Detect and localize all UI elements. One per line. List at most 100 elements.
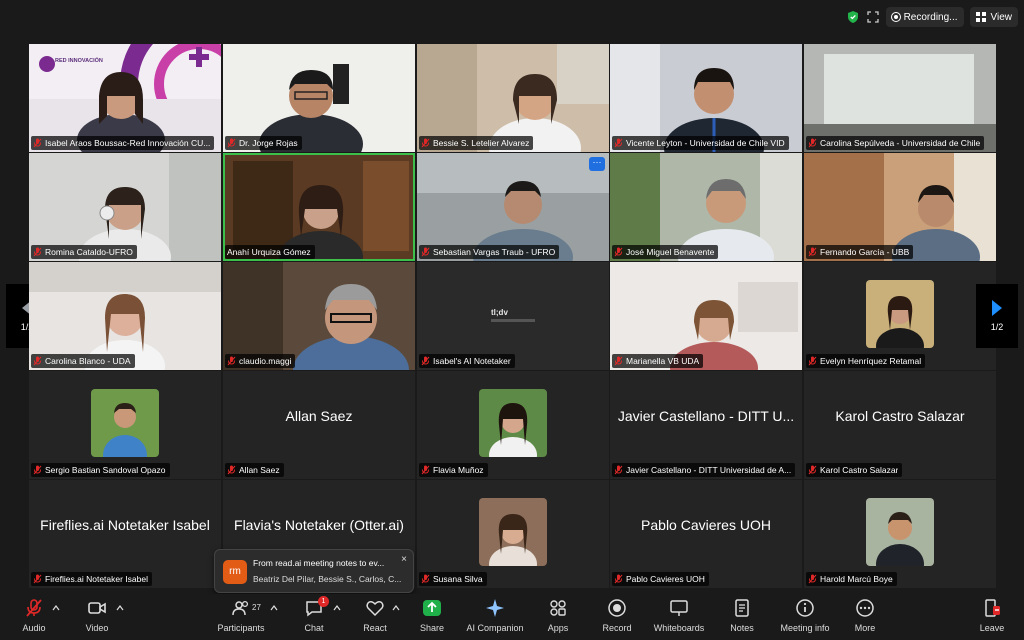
leave-door-icon bbox=[985, 599, 1000, 617]
participant-tile[interactable]: RED INNOVACIÓN Isabel Araos Boussac-Red … bbox=[29, 44, 221, 152]
leave-label: Leave bbox=[979, 623, 1005, 633]
recording-indicator[interactable]: Recording... bbox=[885, 7, 964, 27]
participant-tile[interactable]: Harold Marcú Boye bbox=[804, 480, 996, 588]
participant-name-label: Carolina Blanco - UDA bbox=[31, 354, 135, 368]
chevron-up-icon[interactable] bbox=[270, 604, 278, 612]
participant-name-label: Karol Castro Salazar bbox=[806, 463, 903, 477]
react-label: React bbox=[363, 623, 387, 633]
muted-mic-icon bbox=[808, 356, 817, 366]
participant-tile-active-speaker[interactable]: Anahí Urquiza Gómez bbox=[223, 153, 415, 261]
notes-label: Notes bbox=[730, 623, 754, 633]
leave-button[interactable]: Leave bbox=[964, 598, 1020, 633]
apps-button[interactable]: Apps bbox=[530, 598, 586, 633]
participant-tile[interactable]: Fernando García - UBB bbox=[804, 153, 996, 261]
record-dot-icon bbox=[891, 13, 900, 21]
participant-name-label: Sebastian Vargas Traub - UFRO bbox=[419, 245, 560, 259]
muted-mic-icon bbox=[808, 574, 817, 584]
participant-tile[interactable]: Javier Castellano - DITT U... Javier Cas… bbox=[610, 371, 802, 479]
app-notification-toast[interactable]: rm From read.ai meeting notes to ev... B… bbox=[214, 549, 414, 593]
meeting-info-label: Meeting info bbox=[780, 623, 830, 633]
participant-name-label: Evelyn Henríquez Retamal bbox=[806, 354, 926, 368]
read-ai-icon: rm bbox=[223, 560, 247, 584]
muted-mic-icon bbox=[33, 465, 42, 475]
avatar bbox=[866, 498, 934, 566]
info-icon bbox=[796, 599, 814, 617]
muted-mic-icon bbox=[33, 247, 42, 257]
chevron-up-icon[interactable] bbox=[333, 604, 341, 612]
participant-tile[interactable]: Allan Saez Allan Saez bbox=[223, 371, 415, 479]
muted-mic-icon bbox=[421, 356, 430, 366]
muted-mic-icon bbox=[33, 574, 42, 584]
record-button[interactable]: Record bbox=[589, 598, 645, 633]
participant-display-name: Flavia's Notetaker (Otter.ai) bbox=[234, 517, 404, 534]
muted-mic-icon bbox=[614, 465, 623, 475]
muted-mic-icon bbox=[227, 465, 236, 475]
whiteboards-label: Whiteboards bbox=[653, 623, 705, 633]
notetaker-logo: tl;dv bbox=[491, 308, 508, 317]
top-bar-controls: Recording... View bbox=[846, 7, 1018, 27]
more-button[interactable]: More bbox=[837, 598, 893, 633]
muted-mic-icon bbox=[808, 247, 817, 257]
participant-tile[interactable]: Bessie S. Letelier Alvarez bbox=[417, 44, 609, 152]
participant-tile[interactable]: Fireflies.ai Notetaker Isabel Fireflies.… bbox=[29, 480, 221, 588]
participant-tile[interactable]: Susana Silva bbox=[417, 480, 609, 588]
participant-display-name: Fireflies.ai Notetaker Isabel bbox=[40, 517, 210, 534]
participant-tile[interactable]: Evelyn Henríquez Retamal bbox=[804, 262, 996, 370]
participant-name-label: claudio.maggi bbox=[225, 354, 296, 368]
participant-name-label: Vicente Leyton - Universidad de Chile VI… bbox=[612, 136, 789, 150]
close-icon[interactable]: × bbox=[401, 554, 407, 565]
meeting-info-button[interactable]: Meeting info bbox=[777, 598, 833, 633]
participant-name-label: Harold Marcú Boye bbox=[806, 572, 897, 586]
participant-tile[interactable]: Dr. Jorge Rojas bbox=[223, 44, 415, 152]
view-button[interactable]: View bbox=[969, 7, 1018, 27]
chevron-up-icon[interactable] bbox=[116, 604, 124, 612]
heart-icon bbox=[366, 601, 384, 617]
participant-name-label: Romina Cataldo-UFRO bbox=[31, 245, 137, 259]
next-page-button[interactable]: 1/2 bbox=[976, 284, 1018, 348]
share-button[interactable]: Share bbox=[404, 598, 460, 633]
muted-mic-icon bbox=[33, 138, 42, 148]
chevron-up-icon[interactable] bbox=[52, 604, 60, 612]
participant-tile[interactable]: Carolina Blanco - UDA bbox=[29, 262, 221, 370]
participant-tile[interactable]: Karol Castro Salazar Karol Castro Salaza… bbox=[804, 371, 996, 479]
participant-tile[interactable]: Sergio Bastian Sandoval Opazo bbox=[29, 371, 221, 479]
muted-mic-icon bbox=[227, 138, 236, 148]
participant-name-label: Bessie S. Letelier Alvarez bbox=[419, 136, 534, 150]
tile-options-button[interactable]: ··· bbox=[589, 157, 605, 171]
logo-text: RED INNOVACIÓN bbox=[55, 58, 103, 64]
participant-tile[interactable]: Marianella VB UDA bbox=[610, 262, 802, 370]
participant-tile[interactable]: Romina Cataldo-UFRO bbox=[29, 153, 221, 261]
participant-name-label: Anahí Urquiza Gómez bbox=[225, 245, 315, 259]
participant-tile[interactable]: ··· Sebastian Vargas Traub - UFRO bbox=[417, 153, 609, 261]
notes-button[interactable]: Notes bbox=[714, 598, 770, 633]
more-label: More bbox=[854, 623, 876, 633]
more-dots-icon bbox=[856, 599, 874, 617]
muted-mic-icon bbox=[33, 356, 42, 366]
ai-companion-button[interactable]: AI Companion bbox=[466, 598, 524, 633]
participant-name-label: Allan Saez bbox=[225, 463, 284, 477]
share-screen-icon bbox=[423, 600, 441, 616]
whiteboards-button[interactable]: Whiteboards bbox=[651, 598, 707, 633]
muted-mic-icon bbox=[421, 247, 430, 257]
apps-icon bbox=[550, 600, 566, 616]
muted-mic-icon bbox=[614, 574, 623, 584]
grid-view-icon bbox=[975, 12, 986, 22]
participant-tile[interactable]: Flavia Muñoz bbox=[417, 371, 609, 479]
participant-tile[interactable]: Vicente Leyton - Universidad de Chile VI… bbox=[610, 44, 802, 152]
expand-icon[interactable] bbox=[866, 10, 880, 24]
participant-name-label: José Miguel Benavente bbox=[612, 245, 719, 259]
participant-name-label: Fireflies.ai Notetaker Isabel bbox=[31, 572, 152, 586]
chevron-up-icon[interactable] bbox=[392, 604, 400, 612]
avatar bbox=[866, 280, 934, 348]
notetaker-subtitle bbox=[491, 319, 535, 322]
encryption-shield-icon[interactable] bbox=[846, 10, 860, 24]
participant-tile[interactable]: Carolina Sepúlveda - Universidad de Chil… bbox=[804, 44, 996, 152]
participant-tile[interactable]: claudio.maggi bbox=[223, 262, 415, 370]
participant-name-label: Isabel Araos Boussac-Red Innovación CU..… bbox=[31, 136, 215, 150]
participant-tile[interactable]: tl;dv Isabel's AI Notetaker bbox=[417, 262, 609, 370]
participant-name-label: Susana Silva bbox=[419, 572, 487, 586]
participant-tile[interactable]: José Miguel Benavente bbox=[610, 153, 802, 261]
meeting-toolbar: Audio Video Participants 27 Chat 1 React bbox=[0, 594, 1024, 640]
participant-name-label: Marianella VB UDA bbox=[612, 354, 704, 368]
participant-tile[interactable]: Pablo Cavieres UOH Pablo Cavieres UOH bbox=[610, 480, 802, 588]
